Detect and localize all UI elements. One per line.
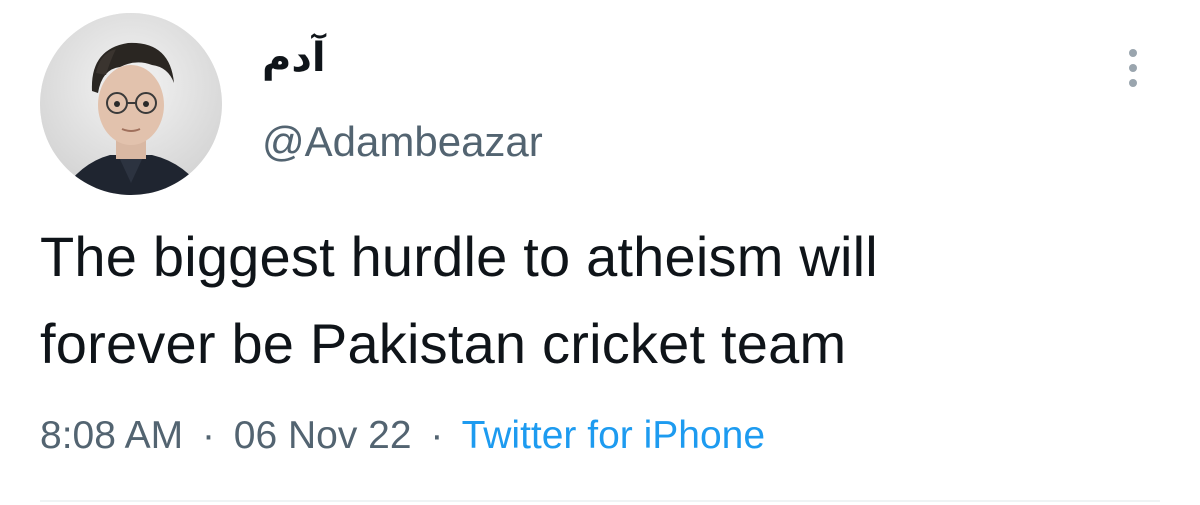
tweet-text-line: The biggest hurdle to atheism will (40, 225, 878, 288)
more-options-button[interactable] (1118, 40, 1148, 96)
tweet-text-line: forever be Pakistan cricket team (40, 312, 847, 375)
display-name[interactable]: آدم (262, 38, 326, 78)
divider (40, 500, 1160, 502)
tweet-date[interactable]: 06 Nov 22 (234, 414, 412, 457)
profile-photo-icon (40, 13, 222, 195)
meta-separator: · (430, 414, 444, 457)
more-vertical-icon (1129, 49, 1137, 57)
tweet-card: آدم @Adambeazar The biggest hurdle to at… (0, 0, 1200, 505)
avatar[interactable] (40, 13, 222, 195)
tweet-source-link[interactable]: Twitter for iPhone (462, 414, 765, 457)
tweet-text: The biggest hurdle to atheism will forev… (40, 213, 1170, 387)
user-handle[interactable]: @Adambeazar (262, 121, 543, 163)
tweet-metadata: 8:08 AM · 06 Nov 22 · Twitter for iPhone (40, 414, 765, 458)
meta-separator: · (201, 414, 215, 457)
tweet-time[interactable]: 8:08 AM (40, 414, 183, 457)
